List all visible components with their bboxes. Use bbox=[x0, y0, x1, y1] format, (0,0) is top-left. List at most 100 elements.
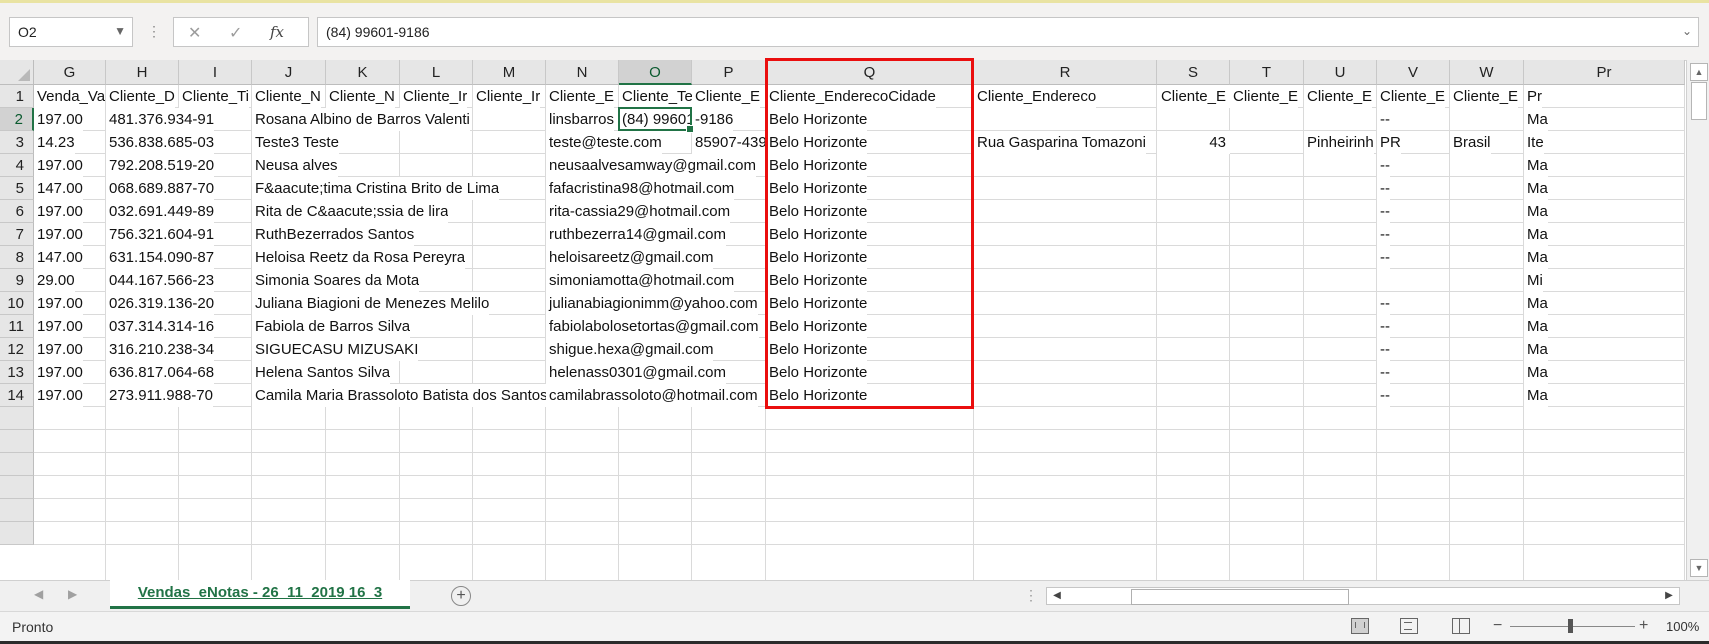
column-header-m[interactable]: M bbox=[473, 60, 546, 85]
cell-n[interactable]: heloisareetz@gmail.com bbox=[546, 246, 714, 269]
prev-sheet-icon[interactable]: ◀ bbox=[34, 587, 43, 601]
row-header-13[interactable]: 13 bbox=[0, 361, 34, 384]
cell-p[interactable]: -9186 bbox=[692, 108, 734, 131]
cell-j[interactable]: Juliana Biagioni de Menezes Melilo bbox=[252, 292, 490, 315]
row-header[interactable] bbox=[0, 522, 34, 545]
cell-p[interactable]: 85907-439 bbox=[692, 131, 766, 154]
row-header-8[interactable]: 8 bbox=[0, 246, 34, 269]
header-cell-r[interactable]: Cliente_Endereco bbox=[974, 85, 1097, 108]
formula-input[interactable]: (84) 99601-9186 ⌄ bbox=[317, 17, 1699, 47]
cell-g[interactable]: 14.23 bbox=[34, 131, 75, 154]
cell-n[interactable]: simoniamotta@hotmail.com bbox=[546, 269, 735, 292]
cell-g[interactable]: 197.00 bbox=[34, 384, 83, 407]
insert-function-icon[interactable]: fx bbox=[270, 23, 284, 41]
cell-j[interactable]: Heloisa Reetz da Rosa Pereyra bbox=[252, 246, 466, 269]
cell-g[interactable]: 197.00 bbox=[34, 154, 83, 177]
cell-j[interactable]: Simonia Soares da Mota bbox=[252, 269, 420, 292]
scroll-right-icon[interactable]: ▶ bbox=[1661, 588, 1677, 604]
add-sheet-icon[interactable]: + bbox=[451, 586, 471, 606]
normal-view-icon[interactable] bbox=[1351, 618, 1369, 634]
header-cell-j[interactable]: Cliente_N bbox=[252, 85, 321, 108]
cell-v[interactable]: -- bbox=[1377, 338, 1390, 361]
header-cell-g[interactable]: Venda_Va bbox=[34, 85, 106, 108]
scroll-left-icon[interactable]: ◀ bbox=[1049, 588, 1065, 604]
cell-n[interactable]: neusaalvesamway@gmail.com bbox=[546, 154, 756, 177]
cell-n[interactable]: fafacristina98@hotmail.com bbox=[546, 177, 735, 200]
column-header-r[interactable]: R bbox=[974, 60, 1157, 85]
cell-s[interactable]: 43 bbox=[1157, 131, 1230, 154]
header-cell-o[interactable]: Cliente_Te bbox=[619, 85, 692, 108]
header-cell-w[interactable]: Cliente_E bbox=[1450, 85, 1519, 108]
cell-n[interactable]: teste@teste.com bbox=[546, 131, 662, 154]
cell-n[interactable]: camilabrassoloto@hotmail.com bbox=[546, 384, 758, 407]
header-cell-m[interactable]: Cliente_Ir bbox=[473, 85, 541, 108]
header-cell-x[interactable]: Pr bbox=[1524, 85, 1542, 108]
cell-n[interactable]: helenass0301@gmail.com bbox=[546, 361, 726, 384]
vertical-scroll-thumb[interactable] bbox=[1691, 82, 1707, 120]
cell-w[interactable]: Brasil bbox=[1450, 131, 1491, 154]
cell-x[interactable]: Ma bbox=[1524, 246, 1548, 269]
cell-x[interactable]: Ma bbox=[1524, 315, 1548, 338]
column-header-pr[interactable]: Pr bbox=[1524, 60, 1685, 85]
column-header-g[interactable]: G bbox=[34, 60, 106, 85]
cell-n[interactable]: ruthbezerra14@gmail.com bbox=[546, 223, 726, 246]
column-header-l[interactable]: L bbox=[400, 60, 473, 85]
column-header-k[interactable]: K bbox=[326, 60, 400, 85]
zoom-in-icon[interactable]: + bbox=[1639, 617, 1648, 635]
cell-x[interactable]: Ma bbox=[1524, 338, 1548, 361]
cell-v[interactable]: -- bbox=[1377, 154, 1390, 177]
cell-x[interactable]: Ma bbox=[1524, 292, 1548, 315]
cell-j[interactable]: Rosana Albino de Barros Valenti bbox=[252, 108, 470, 131]
header-cell-t[interactable]: Cliente_E bbox=[1230, 85, 1299, 108]
header-cell-n[interactable]: Cliente_E bbox=[546, 85, 615, 108]
header-cell-v[interactable]: Cliente_E bbox=[1377, 85, 1446, 108]
row-header-1[interactable]: 1 bbox=[0, 85, 34, 108]
cell-j[interactable]: Teste3 Teste bbox=[252, 131, 339, 154]
cell-j[interactable]: RuthBezerrados Santos bbox=[252, 223, 415, 246]
row-header-6[interactable]: 6 bbox=[0, 200, 34, 223]
cell-j[interactable]: Rita de C&aacute;ssia de lira bbox=[252, 200, 449, 223]
page-break-view-icon[interactable] bbox=[1452, 618, 1470, 634]
cell-x[interactable]: Ma bbox=[1524, 384, 1548, 407]
cell-j[interactable]: SIGUECASU MIZUSAKI bbox=[252, 338, 419, 361]
cell-x[interactable]: Ma bbox=[1524, 223, 1548, 246]
row-header-2[interactable]: 2 bbox=[0, 108, 34, 131]
row-header-3[interactable]: 3 bbox=[0, 131, 34, 154]
cell-h[interactable]: 273.911.988-70 bbox=[106, 384, 213, 407]
header-cell-h[interactable]: Cliente_D bbox=[106, 85, 175, 108]
column-header-o[interactable]: O bbox=[619, 60, 692, 85]
cell-x[interactable]: Ma bbox=[1524, 361, 1548, 384]
name-box[interactable]: O2 ▼ bbox=[9, 17, 133, 47]
cell-x[interactable]: Ma bbox=[1524, 200, 1548, 223]
vertical-scrollbar[interactable]: ▲ ▼ bbox=[1686, 60, 1709, 580]
sheet-tab-active[interactable]: Vendas_eNotas - 26_11_2019 16_3 bbox=[110, 580, 410, 609]
row-header-5[interactable]: 5 bbox=[0, 177, 34, 200]
column-header-i[interactable]: I bbox=[179, 60, 252, 85]
horizontal-scrollbar[interactable]: ◀ ▶ bbox=[1046, 587, 1680, 605]
cell-x[interactable]: Ite bbox=[1524, 131, 1544, 154]
page-layout-view-icon[interactable] bbox=[1400, 618, 1418, 634]
row-header[interactable] bbox=[0, 499, 34, 522]
cell-g[interactable]: 197.00 bbox=[34, 292, 83, 315]
cell-v[interactable]: -- bbox=[1377, 384, 1390, 407]
cell-x[interactable]: Ma bbox=[1524, 108, 1548, 131]
cell-n[interactable]: fabiolabolosetortas@gmail.com bbox=[546, 315, 759, 338]
select-all-corner[interactable] bbox=[0, 60, 34, 85]
cell-h[interactable]: 026.319.136-20 bbox=[106, 292, 215, 315]
cell-u[interactable]: Pinheirinh bbox=[1304, 131, 1374, 154]
scroll-down-icon[interactable]: ▼ bbox=[1690, 559, 1708, 577]
header-cell-p[interactable]: Cliente_E bbox=[692, 85, 761, 108]
cell-v[interactable]: -- bbox=[1377, 177, 1390, 200]
split-handle-icon[interactable]: ⋮ bbox=[1024, 587, 1038, 604]
header-cell-s[interactable]: Cliente_E bbox=[1157, 85, 1230, 108]
header-cell-u[interactable]: Cliente_E bbox=[1304, 85, 1373, 108]
column-header-h[interactable]: H bbox=[106, 60, 179, 85]
cell-x[interactable]: Mi bbox=[1524, 269, 1543, 292]
row-header-7[interactable]: 7 bbox=[0, 223, 34, 246]
row-header[interactable] bbox=[0, 476, 34, 499]
cell-g[interactable]: 197.00 bbox=[34, 315, 83, 338]
column-header-p[interactable]: P bbox=[692, 60, 766, 85]
cell-x[interactable]: Ma bbox=[1524, 177, 1548, 200]
cell-n[interactable]: rita-cassia29@hotmail.com bbox=[546, 200, 731, 223]
row-header-12[interactable]: 12 bbox=[0, 338, 34, 361]
